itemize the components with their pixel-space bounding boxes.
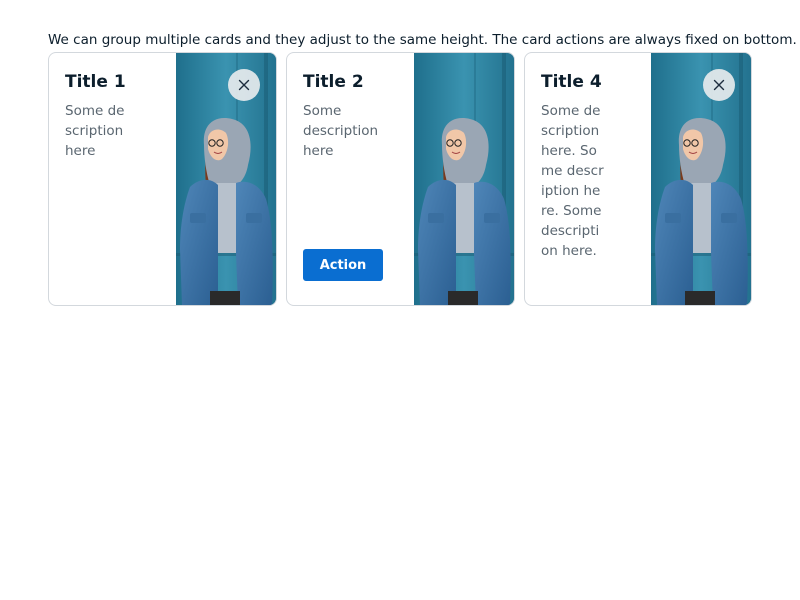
- card-description: Some description here: [303, 103, 379, 159]
- card-image: [414, 53, 514, 305]
- card-body: Title 2 Some description here Action: [287, 53, 414, 305]
- card-description: Some description here. Some description …: [541, 103, 604, 259]
- intro-text: We can group multiple cards and they adj…: [48, 31, 797, 48]
- card-title-2: Title 2 Some description here Action: [286, 52, 515, 306]
- close-button[interactable]: [228, 69, 260, 101]
- card-title: Title 2: [303, 72, 364, 92]
- close-icon: [236, 77, 252, 93]
- close-icon: [711, 77, 727, 93]
- card-body: Title 1 Some description here: [49, 53, 176, 305]
- card-body: Title 4 Some description here. Some desc…: [525, 53, 651, 305]
- woman-in-denim-jacket-photo: [651, 53, 751, 305]
- card-image: [651, 53, 751, 305]
- action-button[interactable]: Action: [303, 249, 383, 281]
- card-group: Title 1 Some description here Title 2 So…: [48, 52, 752, 306]
- card-actions: Action: [303, 249, 398, 281]
- woman-in-denim-jacket-photo: [176, 53, 276, 305]
- card-title: Title 1: [65, 72, 126, 92]
- page: We can group multiple cards and they adj…: [0, 0, 800, 600]
- card-title: Title 4: [541, 72, 602, 92]
- card-image: [176, 53, 276, 305]
- close-button[interactable]: [703, 69, 735, 101]
- card-description: Some description here: [65, 103, 125, 159]
- woman-in-denim-jacket-photo: [414, 53, 514, 305]
- card-title-1: Title 1 Some description here: [48, 52, 277, 306]
- card-title-4: Title 4 Some description here. Some desc…: [524, 52, 752, 306]
